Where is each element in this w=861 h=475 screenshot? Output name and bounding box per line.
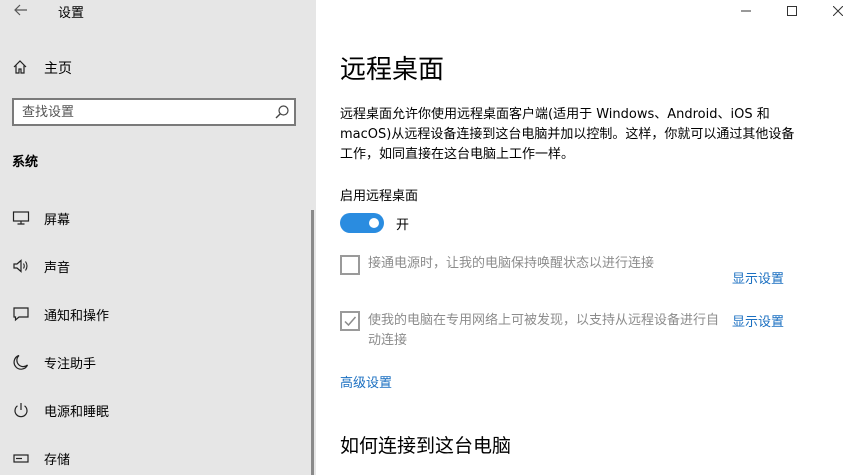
navigation-pane: 设置 主页 系统 屏幕 — [0, 0, 316, 475]
page-description: 远程桌面允许你使用远程桌面客户端(适用于 Windows、Android、iOS… — [340, 107, 795, 162]
keep-awake-show-settings-link[interactable]: 显示设置 — [732, 268, 784, 287]
advanced-settings-link[interactable]: 高级设置 — [340, 372, 392, 391]
nav-item-label: 声音 — [44, 261, 71, 276]
nav-item-storage[interactable]: 存储 — [0, 438, 312, 475]
back-arrow-icon — [14, 4, 27, 16]
page-title: 远程桌面 — [340, 55, 445, 85]
nav-home-label: 主页 — [44, 61, 72, 77]
close-button[interactable] — [815, 0, 861, 22]
window-title: 设置 — [58, 6, 85, 21]
toggle-state-label: 开 — [396, 218, 410, 233]
maximize-button[interactable] — [769, 0, 815, 22]
nav-item-label: 电源和睡眠 — [44, 405, 110, 420]
discoverable-show-settings-link[interactable]: 显示设置 — [732, 311, 784, 330]
close-icon — [833, 6, 843, 16]
search-input[interactable] — [22, 103, 262, 121]
settings-window: 设置 主页 系统 屏幕 — [0, 0, 861, 475]
maximize-icon — [787, 6, 797, 16]
nav-item-label: 通知和操作 — [44, 309, 110, 324]
window-controls — [723, 0, 861, 22]
search-icon[interactable] — [274, 104, 290, 120]
nav-item-notifications[interactable]: 通知和操作 — [0, 294, 312, 334]
section-header-system: 系统 — [12, 155, 39, 170]
speaker-icon — [13, 259, 28, 273]
keep-awake-checkbox[interactable] — [340, 255, 360, 275]
nav-item-label: 专注助手 — [44, 357, 97, 372]
discoverable-label: 使我的电脑在专用网络上可被发现，以支持从远程设备进行自动连接 — [368, 313, 720, 348]
search-box — [12, 98, 296, 126]
back-button[interactable] — [10, 0, 32, 20]
content-pane: 远程桌面 远程桌面允许你使用远程桌面客户端(适用于 Windows、Androi… — [316, 0, 861, 475]
power-icon — [14, 403, 28, 418]
nav-item-power-sleep[interactable]: 电源和睡眠 — [0, 390, 312, 430]
how-to-connect-heading: 如何连接到这台电脑 — [340, 435, 512, 457]
nav-item-focus-assist[interactable]: 专注助手 — [0, 342, 312, 382]
nav-home[interactable]: 主页 — [0, 54, 316, 80]
toggle-knob — [369, 218, 379, 228]
minimize-icon — [741, 10, 751, 12]
home-icon — [13, 60, 27, 74]
discoverable-checkbox[interactable] — [340, 311, 360, 331]
nav-scrollbar[interactable] — [311, 210, 314, 475]
storage-icon — [13, 454, 29, 463]
monitor-icon — [12, 211, 30, 225]
checkmark-icon — [344, 316, 357, 327]
nav-item-label: 存储 — [44, 453, 71, 468]
minimize-button[interactable] — [723, 0, 769, 22]
title-bar: 设置 — [0, 0, 316, 22]
notification-icon — [13, 307, 29, 322]
nav-item-sound[interactable]: 声音 — [0, 246, 312, 286]
remote-desktop-toggle[interactable] — [340, 213, 384, 233]
nav-item-display[interactable]: 屏幕 — [0, 198, 312, 238]
keep-awake-label: 接通电源时，让我的电脑保持唤醒状态以进行连接 — [368, 256, 655, 271]
moon-icon — [13, 354, 29, 370]
enable-remote-desktop-label: 启用远程桌面 — [340, 189, 419, 204]
nav-item-label: 屏幕 — [44, 213, 71, 228]
